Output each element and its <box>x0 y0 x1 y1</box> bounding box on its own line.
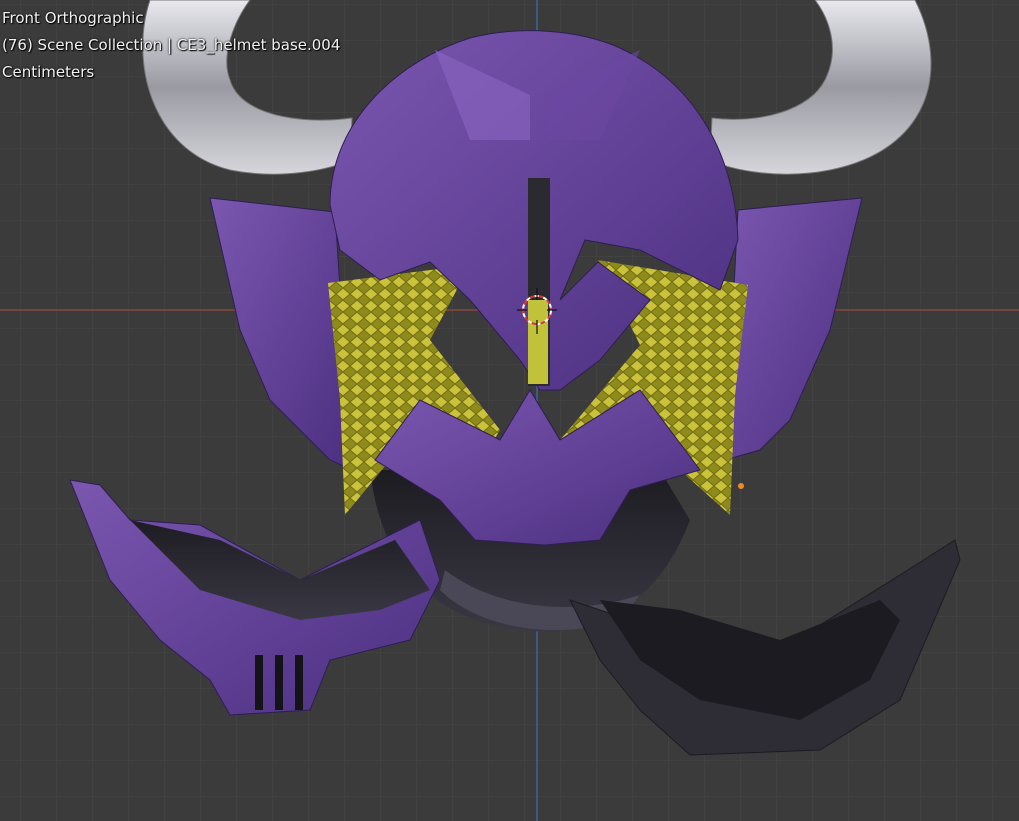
forehead-slot-light[interactable] <box>528 300 548 384</box>
collection-info-label: (76) Scene Collection | CE3_helmet base.… <box>2 36 341 54</box>
units-label: Centimeters <box>2 63 95 81</box>
3d-viewport[interactable]: Front Orthographic (76) Scene Collection… <box>0 0 1019 821</box>
viewport-scene[interactable] <box>0 0 1019 821</box>
vent-slits <box>255 655 303 710</box>
object-origin-icon[interactable] <box>738 483 744 489</box>
view-name-label: Front Orthographic <box>2 9 144 27</box>
